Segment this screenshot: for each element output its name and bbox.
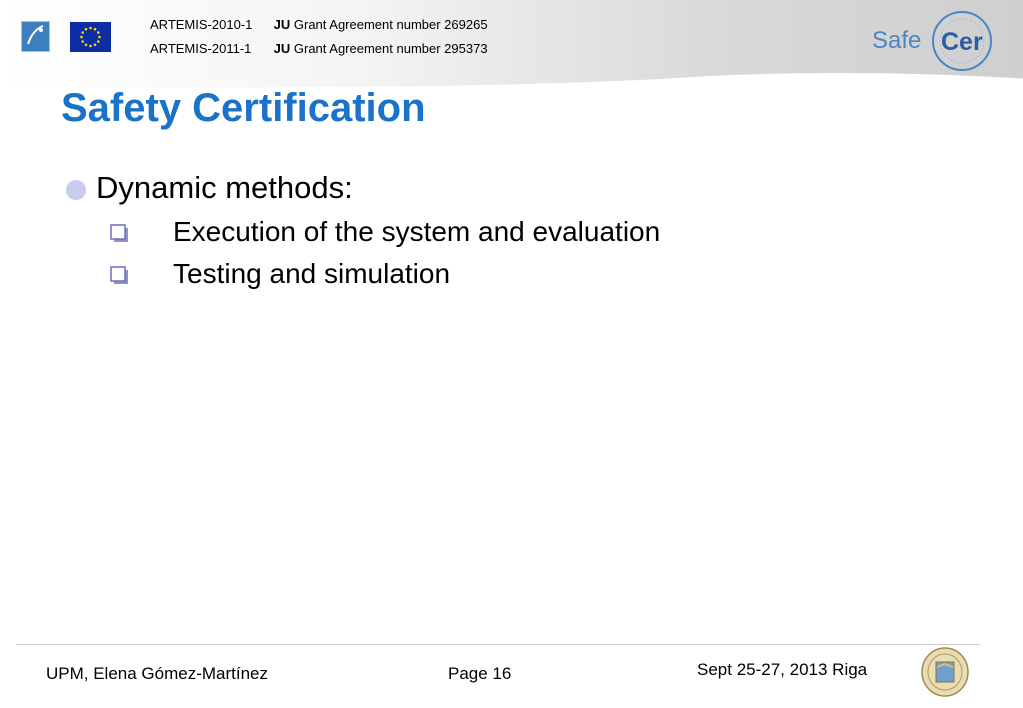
sub-bullet-text: Execution of the system and evaluation: [173, 216, 661, 247]
footer-page-number: Page 16: [448, 664, 512, 683]
grant-text: Grant Agreement number 295373: [293, 41, 488, 56]
grant-program: ARTEMIS-2011-1: [150, 41, 252, 56]
bullet-dot-icon: [66, 180, 86, 200]
grant-ju: JU: [273, 41, 291, 56]
safecer-logo: Safe Cer: [872, 11, 992, 71]
footer-date: Sept 25-27, 2013 Riga: [697, 660, 868, 679]
grant-line-2: ARTEMIS-2011-1 JU Grant Agreement number…: [150, 41, 488, 56]
grant-line-1: ARTEMIS-2010-1 JU Grant Agreement number…: [150, 17, 488, 32]
checkbox-bullet-icon: [110, 224, 128, 242]
grant-program: ARTEMIS-2010-1: [150, 17, 253, 32]
checkbox-bullet-icon: [110, 266, 128, 284]
footer-author: UPM, Elena Gómez-Martínez: [46, 664, 269, 683]
eu-flag-logo: [70, 22, 111, 52]
safecer-logo-right: Cer: [941, 28, 983, 56]
university-seal-icon: [921, 647, 969, 697]
footer-divider: [16, 644, 980, 645]
grant-ju: JU: [273, 17, 291, 32]
page-title: Safety Certification: [61, 86, 426, 130]
grant-text: Grant Agreement number 269265: [293, 17, 488, 32]
main-bullet-text: Dynamic methods:: [96, 170, 353, 205]
artemis-logo: [21, 21, 50, 52]
safecer-logo-left: Safe: [872, 27, 921, 54]
sub-bullet-text: Testing and simulation: [173, 258, 451, 289]
